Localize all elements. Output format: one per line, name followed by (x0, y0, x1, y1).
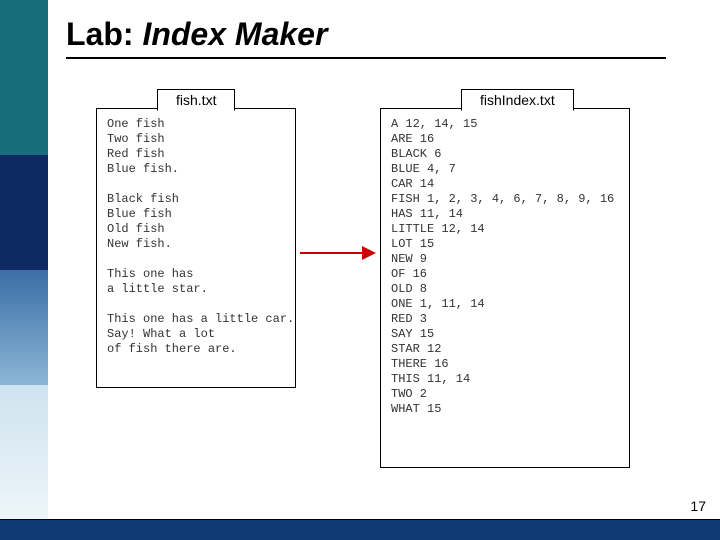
art-block-teal (0, 0, 48, 160)
input-file-panel: fish.txt One fish Two fish Red fish Blue… (96, 108, 296, 388)
input-file-tab: fish.txt (157, 89, 235, 111)
output-file-content: A 12, 14, 15 ARE 16 BLACK 6 BLUE 4, 7 CA… (391, 117, 619, 417)
slide-title: Lab: Index Maker (66, 16, 666, 59)
title-italic: Index Maker (142, 16, 327, 52)
art-block-blend (0, 270, 48, 390)
art-block-light (0, 385, 48, 520)
arrow-icon (300, 246, 376, 260)
output-file-panel: fishIndex.txt A 12, 14, 15 ARE 16 BLACK … (380, 108, 630, 468)
arrow-head (362, 246, 376, 260)
arrow-line (300, 252, 364, 254)
output-file-tab: fishIndex.txt (461, 89, 574, 111)
art-block-navy (0, 155, 48, 275)
title-prefix: Lab: (66, 16, 142, 52)
left-art-strip (0, 0, 48, 520)
input-file-content: One fish Two fish Red fish Blue fish. Bl… (107, 117, 285, 357)
footer-stripe (0, 520, 720, 540)
page-number: 17 (690, 498, 706, 514)
